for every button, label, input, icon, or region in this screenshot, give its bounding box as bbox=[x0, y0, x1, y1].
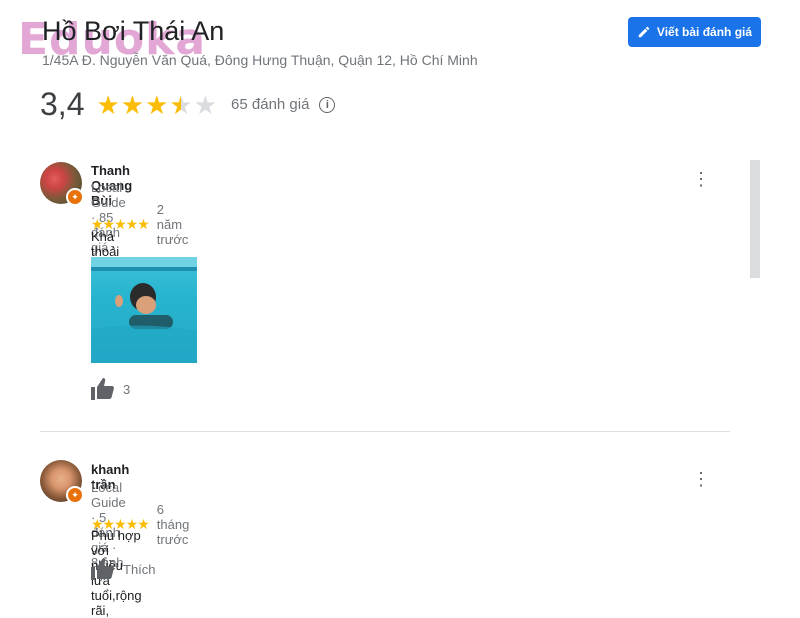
write-review-button[interactable]: Viết bài đánh giá bbox=[628, 17, 761, 47]
local-guide-badge-icon: ✦ bbox=[66, 188, 84, 206]
info-icon[interactable]: i bbox=[319, 96, 336, 113]
review-time: 2 năm trước bbox=[156, 202, 189, 247]
star-icon: ★ bbox=[120, 89, 145, 120]
scrollbar-thumb[interactable] bbox=[750, 160, 760, 278]
review-count[interactable]: 65 đánh giá bbox=[231, 96, 309, 113]
review-photo[interactable] bbox=[91, 257, 197, 363]
local-guide-badge-icon: ✦ bbox=[66, 486, 84, 504]
rating-summary: 3,4 ★ ★ ★ ★ ★ 65 đánh giá i bbox=[40, 86, 336, 123]
more-options-icon[interactable]: ⋮ bbox=[692, 170, 710, 188]
star-icon: ★ bbox=[96, 89, 120, 120]
review-time: 6 tháng trước bbox=[156, 502, 190, 547]
place-address: 1/45A Đ. Nguyễn Văn Quá, Đông Hưng Thuận… bbox=[42, 52, 478, 68]
write-review-label: Viết bài đánh giá bbox=[656, 25, 753, 39]
like-button[interactable]: Thích bbox=[91, 558, 156, 580]
like-count: 3 bbox=[123, 381, 131, 397]
like-label: Thích bbox=[123, 561, 156, 577]
more-options-icon[interactable]: ⋮ bbox=[692, 470, 710, 488]
star-icon: ★ bbox=[145, 89, 169, 120]
rating-value: 3,4 bbox=[40, 86, 85, 122]
like-button[interactable]: 3 bbox=[91, 378, 130, 400]
review-divider bbox=[40, 431, 730, 432]
thumbs-up-icon bbox=[91, 378, 114, 400]
empty-star-icon: ★ bbox=[193, 89, 218, 120]
half-star-icon: ★ bbox=[169, 89, 193, 120]
pencil-icon bbox=[638, 26, 650, 38]
place-title: Hồ Bơi Thái An bbox=[42, 16, 225, 46]
rating-stars: ★ ★ ★ ★ ★ bbox=[96, 92, 217, 118]
swimmer-photo-icon bbox=[91, 257, 197, 363]
thumbs-up-icon bbox=[91, 558, 114, 580]
